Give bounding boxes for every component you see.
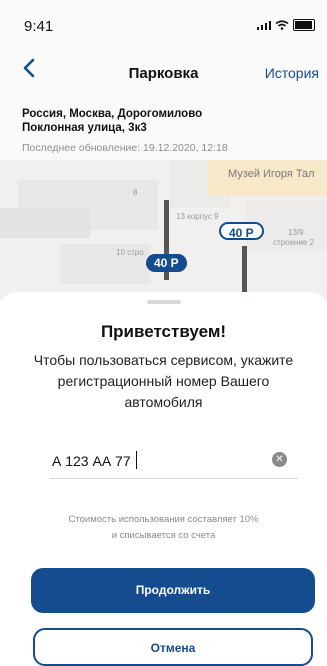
status-icons (257, 19, 315, 31)
last-updated: Последнее обновление: 19.12.2020, 12:18 (22, 142, 228, 154)
map-label: 8 (133, 188, 138, 197)
address-line-2: Поклонная улица, 3к3 (22, 122, 147, 134)
welcome-text-line: Чтобы пользоваться сервисом, укажите (33, 352, 294, 368)
fee-note: Стоимость использования составляет 10% и… (0, 512, 327, 544)
history-link[interactable]: История (265, 65, 319, 81)
map-label: 10 стро (116, 248, 144, 257)
plate-number-input[interactable] (52, 450, 222, 472)
cancel-button[interactable]: Отмена (33, 628, 313, 666)
welcome-text-line: автомобиля (124, 394, 203, 410)
sheet-drag-handle[interactable] (147, 300, 181, 304)
nav-bar: Парковка История (0, 46, 327, 92)
map-label: 13/9 (288, 228, 304, 237)
map-poi-label: Музей Игоря Тал (228, 168, 315, 180)
status-bar: 9:41 (0, 0, 327, 46)
welcome-title: Приветствуем! (100, 322, 227, 341)
map-background (0, 160, 327, 300)
parking-map[interactable]: Музей Игоря Тал 8 13 корпус 9 13/9 строе… (0, 160, 327, 300)
map-label: 13 корпус 9 (176, 212, 219, 221)
input-underline (50, 478, 298, 479)
address-line-1: Россия, Москва, Дорогомилово (22, 108, 203, 120)
location-info: Россия, Москва, Дорогомилово Поклонная у… (0, 92, 327, 160)
parking-price-pin-selected[interactable]: 40 Р (146, 254, 187, 272)
text-cursor (136, 451, 137, 469)
clear-input-icon[interactable]: ✕ (272, 452, 287, 467)
welcome-bottom-sheet: Приветствуем! Чтобы пользоваться сервисо… (0, 292, 327, 666)
battery-icon (293, 19, 315, 31)
welcome-text: Чтобы пользоваться сервисом, укажите рег… (14, 350, 313, 413)
status-time: 9:41 (24, 18, 54, 35)
welcome-text-line: регистрационный номер Вашего (57, 373, 270, 389)
signal-icon (257, 20, 271, 30)
fee-note-line: и списывается со счета (111, 530, 216, 541)
continue-button[interactable]: Продолжить (31, 568, 315, 613)
wifi-icon (275, 20, 289, 30)
fee-note-line: Стоимость использования составляет 10% (68, 514, 259, 525)
parking-price-pin[interactable]: 40 Р (219, 222, 264, 240)
map-label: строение 2 (273, 238, 315, 247)
